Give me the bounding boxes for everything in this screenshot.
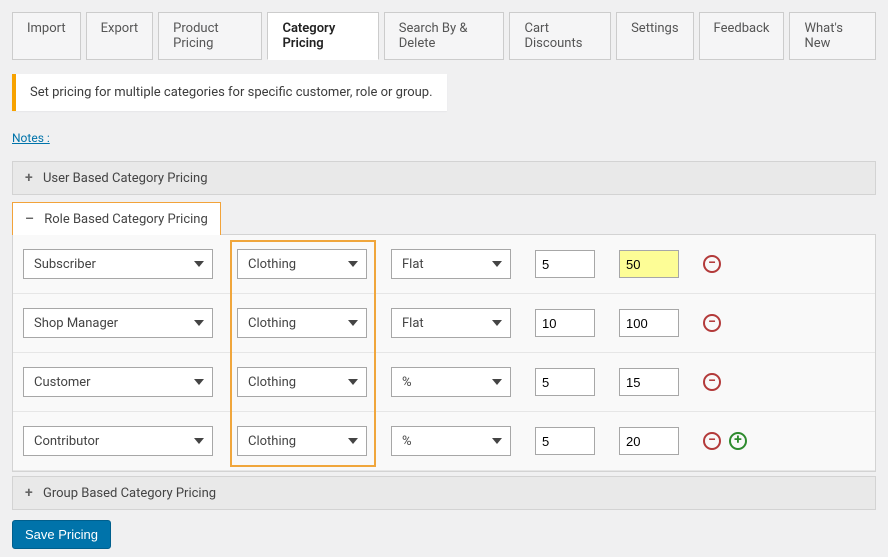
- accordion-user-header[interactable]: + User Based Category Pricing: [13, 162, 875, 194]
- chevron-down-icon: [348, 438, 358, 444]
- notes-link[interactable]: Notes :: [12, 131, 50, 145]
- pricing-row-inner: Subscriber Clothing Flat −: [23, 249, 865, 279]
- tab-settings[interactable]: Settings: [616, 12, 693, 60]
- tab-import[interactable]: Import: [12, 12, 81, 60]
- accordion-group-header[interactable]: + Group Based Category Pricing: [13, 477, 875, 509]
- chevron-down-icon: [194, 320, 204, 326]
- minus-icon: –: [25, 211, 35, 227]
- tab-what-s-new[interactable]: What's New: [789, 12, 876, 60]
- nav-tabs: ImportExportProduct PricingCategory Pric…: [12, 12, 876, 60]
- tab-search-by-delete[interactable]: Search By & Delete: [384, 12, 505, 60]
- minus-icon: −: [708, 374, 716, 388]
- price-type-value: %: [402, 434, 412, 449]
- chevron-down-icon: [492, 320, 502, 326]
- role-select-value: Subscriber: [34, 257, 96, 272]
- category-select-value: Clothing: [248, 257, 296, 272]
- plus-icon: +: [25, 485, 35, 501]
- tab-cart-discounts[interactable]: Cart Discounts: [509, 12, 611, 60]
- price-input[interactable]: [619, 309, 679, 337]
- row-actions: −: [703, 314, 721, 332]
- accordion-role: – Role Based Category Pricing Subscriber…: [12, 201, 876, 472]
- row-actions: −: [703, 373, 721, 391]
- plus-icon: +: [25, 170, 35, 186]
- role-select-value: Customer: [34, 375, 91, 390]
- role-select[interactable]: Subscriber: [23, 249, 213, 279]
- remove-row-button[interactable]: −: [703, 373, 721, 391]
- chevron-down-icon: [348, 320, 358, 326]
- minus-icon: −: [708, 256, 716, 270]
- chevron-down-icon: [194, 438, 204, 444]
- price-input[interactable]: [619, 427, 679, 455]
- pricing-row: Subscriber Clothing Flat −: [13, 235, 875, 294]
- price-type-value: Flat: [402, 257, 424, 272]
- accordion-role-body: Subscriber Clothing Flat − Shop Manager Cloth…: [12, 234, 876, 472]
- role-select[interactable]: Contributor: [23, 426, 213, 456]
- tab-category-pricing[interactable]: Category Pricing: [267, 12, 378, 60]
- tab-export[interactable]: Export: [86, 12, 154, 60]
- row-actions: −: [703, 255, 721, 273]
- chevron-down-icon: [194, 261, 204, 267]
- tab-product-pricing[interactable]: Product Pricing: [158, 12, 262, 60]
- pricing-row: Customer Clothing% −: [13, 353, 875, 412]
- pricing-row: ContributorClothing%−+: [13, 412, 875, 471]
- role-select[interactable]: Shop Manager: [23, 308, 213, 338]
- category-select[interactable]: Clothing: [237, 308, 367, 338]
- chevron-down-icon: [492, 438, 502, 444]
- price-input[interactable]: [619, 368, 679, 396]
- admin-page: ImportExportProduct PricingCategory Pric…: [0, 0, 888, 557]
- accordion-group-label: Group Based Category Pricing: [43, 486, 216, 501]
- price-type-select[interactable]: %: [391, 426, 511, 456]
- info-banner: Set pricing for multiple categories for …: [12, 74, 447, 111]
- pricing-row: Shop Manager Clothing Flat −: [13, 294, 875, 353]
- chevron-down-icon: [348, 379, 358, 385]
- category-select-value: Clothing: [248, 316, 296, 331]
- accordion-group: + Group Based Category Pricing: [12, 476, 876, 510]
- min-qty-input[interactable]: [535, 309, 595, 337]
- min-qty-input[interactable]: [535, 250, 595, 278]
- accordion-role-label: Role Based Category Pricing: [44, 212, 208, 227]
- category-select-value: Clothing: [248, 434, 296, 449]
- min-qty-input[interactable]: [535, 427, 595, 455]
- chevron-down-icon: [348, 261, 358, 267]
- category-select[interactable]: Clothing: [237, 249, 367, 279]
- role-select[interactable]: Customer: [23, 367, 213, 397]
- min-qty-input[interactable]: [535, 368, 595, 396]
- price-type-value: %: [402, 375, 412, 390]
- minus-icon: −: [708, 433, 716, 447]
- price-type-select[interactable]: %: [391, 367, 511, 397]
- price-type-select[interactable]: Flat: [391, 308, 511, 338]
- role-select-value: Contributor: [34, 434, 99, 449]
- add-row-button[interactable]: +: [729, 432, 747, 450]
- chevron-down-icon: [194, 379, 204, 385]
- pricing-row-inner: ContributorClothing%−+: [23, 426, 865, 456]
- plus-icon: +: [734, 433, 742, 447]
- category-select[interactable]: Clothing: [237, 426, 367, 456]
- chevron-down-icon: [492, 261, 502, 267]
- info-banner-text: Set pricing for multiple categories for …: [30, 85, 433, 100]
- role-select-value: Shop Manager: [34, 316, 118, 331]
- category-select[interactable]: Clothing: [237, 367, 367, 397]
- remove-row-button[interactable]: −: [703, 255, 721, 273]
- accordion-role-header[interactable]: – Role Based Category Pricing: [12, 202, 221, 235]
- price-input[interactable]: [619, 250, 679, 278]
- price-type-value: Flat: [402, 316, 424, 331]
- price-type-select[interactable]: Flat: [391, 249, 511, 279]
- accordion-user-label: User Based Category Pricing: [43, 171, 208, 186]
- remove-row-button[interactable]: −: [703, 314, 721, 332]
- pricing-row-inner: Shop Manager Clothing Flat −: [23, 308, 865, 338]
- category-select-value: Clothing: [248, 375, 296, 390]
- pricing-row-inner: Customer Clothing% −: [23, 367, 865, 397]
- minus-icon: −: [708, 315, 716, 329]
- chevron-down-icon: [492, 379, 502, 385]
- row-actions: −+: [703, 432, 747, 450]
- remove-row-button[interactable]: −: [703, 432, 721, 450]
- accordion-user: + User Based Category Pricing: [12, 161, 876, 195]
- save-pricing-button[interactable]: Save Pricing: [12, 520, 111, 549]
- tab-feedback[interactable]: Feedback: [699, 12, 785, 60]
